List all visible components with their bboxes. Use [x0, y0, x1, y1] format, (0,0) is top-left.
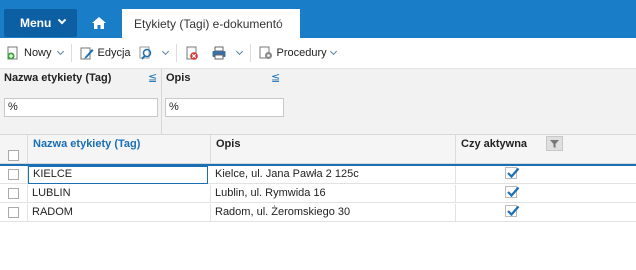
new-button[interactable]: Nowy [6, 42, 64, 64]
filter-panel: Nazwa etykiety (Tag) ≦ % Opis ≦ % [0, 68, 636, 135]
new-label: Nowy [24, 47, 52, 59]
table-row[interactable]: LUBLIN Lublin, ul. Rymwida 16 [0, 185, 636, 203]
cell-description[interactable]: Kielce, ul. Jana Pawła 2 125c [211, 166, 456, 184]
cell-description[interactable]: Radom, ul. Żeromskiego 30 [211, 204, 456, 222]
filter-operator-icon[interactable]: ≦ [271, 71, 280, 84]
column-header-name[interactable]: Nazwa etykiety (Tag) [28, 135, 211, 163]
edit-button[interactable]: Edycja [80, 42, 131, 64]
chevron-down-icon [58, 15, 67, 25]
cell-name[interactable]: RADOM [28, 204, 211, 222]
search-button[interactable] [139, 42, 169, 64]
filter-description-input[interactable]: % [165, 98, 284, 117]
chevron-down-icon[interactable] [161, 47, 169, 56]
new-document-icon [7, 46, 18, 60]
edit-label: Edycja [97, 47, 131, 59]
filter-description-label: Opis [166, 72, 191, 84]
procedures-button[interactable]: Procedury [259, 42, 337, 64]
tab-etykiety[interactable]: Etykiety (Tagi) e-dokumentó [122, 9, 300, 38]
cell-active[interactable] [456, 185, 636, 203]
table-row[interactable]: RADOM Radom, ul. Żeromskiego 30 [0, 204, 636, 222]
procedures-label: Procedury [276, 47, 327, 59]
delete-icon [186, 46, 198, 60]
cell-name[interactable]: LUBLIN [28, 185, 211, 203]
filter-name-label: Nazwa etykiety (Tag) [4, 72, 112, 84]
cell-description[interactable]: Lublin, ul. Rymwida 16 [211, 185, 456, 203]
chevron-down-icon[interactable] [235, 47, 243, 56]
active-checkbox[interactable] [505, 186, 520, 198]
table-row[interactable]: KIELCE Kielce, ul. Jana Pawła 2 125c [0, 166, 636, 184]
search-icon [139, 46, 151, 60]
filter-name-column: Nazwa etykiety (Tag) ≦ % [0, 69, 161, 135]
print-button[interactable] [211, 42, 243, 64]
chevron-down-icon [329, 47, 337, 56]
home-icon[interactable] [92, 17, 106, 29]
chevron-down-icon[interactable] [56, 47, 64, 56]
filter-name-input[interactable]: % [4, 98, 158, 117]
data-grid: Nazwa etykiety (Tag) Opis Czy aktywna KI… [0, 134, 636, 270]
tab-label: Etykiety (Tagi) e-dokumentó [134, 16, 283, 31]
row-checkbox[interactable] [8, 169, 19, 180]
active-checkbox[interactable] [505, 167, 520, 179]
menu-button[interactable]: Menu [4, 9, 77, 37]
filter-icon[interactable] [546, 136, 563, 151]
filter-description-column: Opis ≦ % [162, 69, 286, 135]
cell-active[interactable] [456, 166, 636, 184]
row-checkbox[interactable] [8, 188, 19, 199]
edit-icon [80, 47, 94, 60]
procedures-icon [259, 46, 272, 59]
row-checkbox[interactable] [8, 207, 19, 218]
top-bar: Menu Etykiety (Tagi) e-dokumentó [0, 0, 636, 38]
menu-label: Menu [20, 16, 52, 30]
cell-active[interactable] [456, 204, 636, 222]
grid-header: Nazwa etykiety (Tag) Opis Czy aktywna [0, 134, 636, 164]
cell-name[interactable]: KIELCE [28, 166, 208, 184]
filter-operator-icon[interactable]: ≦ [148, 71, 157, 84]
printer-icon [212, 46, 226, 60]
delete-button[interactable] [185, 42, 203, 64]
active-checkbox[interactable] [505, 205, 520, 217]
column-header-active-label: Czy aktywna [461, 138, 528, 150]
select-all-checkbox[interactable] [8, 150, 19, 161]
column-header-description[interactable]: Opis [211, 135, 456, 163]
toolbar: Nowy Edycja Procedury [0, 38, 636, 68]
